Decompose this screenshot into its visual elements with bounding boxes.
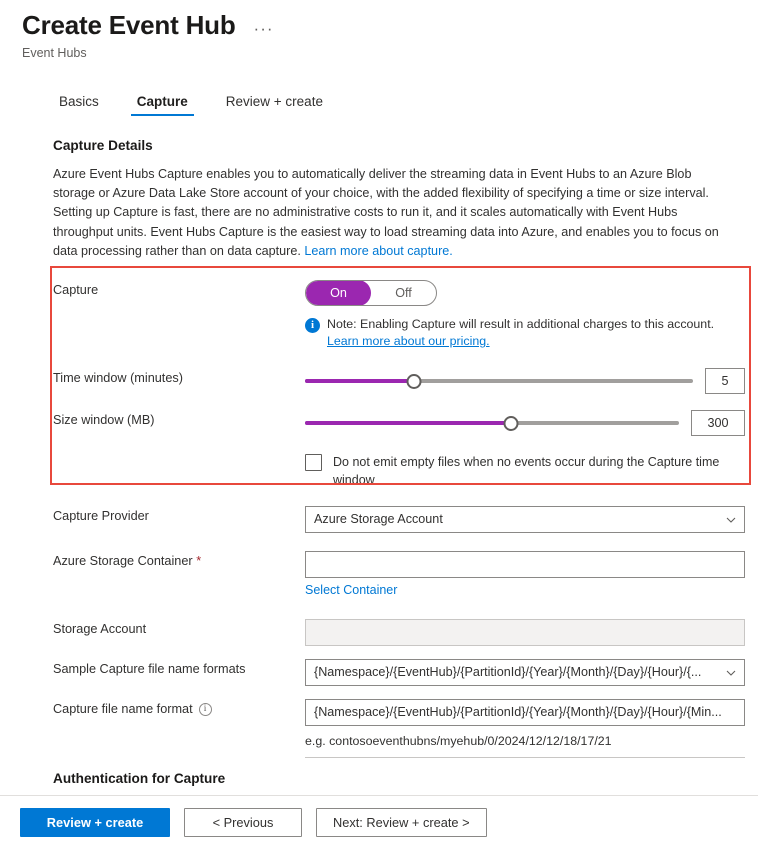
size-window-thumb[interactable] xyxy=(503,415,519,431)
capture-note: i Note: Enabling Capture will result in … xyxy=(305,316,758,350)
learn-more-about-capture-link[interactable]: Learn more about capture. xyxy=(304,244,452,258)
next-review-create-button[interactable]: Next: Review + create > xyxy=(316,807,487,837)
sample-formats-dropdown[interactable]: {Namespace}/{EventHub}/{PartitionId}/{Ye… xyxy=(305,659,745,687)
authentication-section-heading: Authentication for Capture xyxy=(53,771,226,786)
page-subtitle: Event Hubs xyxy=(22,46,87,60)
size-window-slider[interactable] xyxy=(305,413,679,433)
storage-container-input[interactable] xyxy=(305,551,745,579)
capture-toggle-off[interactable]: Off xyxy=(371,281,436,305)
capture-note-text: Note: Enabling Capture will result in ad… xyxy=(327,317,715,332)
time-window-thumb[interactable] xyxy=(406,373,422,389)
storage-container-control: Select Container xyxy=(305,551,758,597)
learn-more-pricing-link[interactable]: Learn more about our pricing. xyxy=(327,334,490,348)
file-name-format-row: Capture file name format i {Namespace}/{E… xyxy=(53,699,758,759)
tab-review-create[interactable]: Review + create xyxy=(220,93,329,116)
sample-formats-label: Sample Capture file name formats xyxy=(53,662,246,677)
more-options-icon[interactable]: ··· xyxy=(248,16,280,41)
empty-files-spacer xyxy=(53,453,305,456)
title-row: Create Event Hub ··· xyxy=(22,10,758,41)
wizard-footer: Review + create < Previous Next: Review … xyxy=(0,795,758,848)
capture-details-heading: Capture Details xyxy=(53,138,153,153)
time-window-slider-wrap: 5 xyxy=(305,368,745,395)
capture-form: Capture On Off i Note: Enabling Capture … xyxy=(53,280,758,759)
capture-provider-dropdown[interactable]: Azure Storage Account xyxy=(305,506,745,534)
file-name-format-label: Capture file name format i xyxy=(53,699,305,717)
empty-files-checkbox-row[interactable]: Do not emit empty files when no events o… xyxy=(305,453,725,489)
time-window-value[interactable]: 5 xyxy=(705,368,745,395)
file-name-format-input[interactable]: {Namespace}/{EventHub}/{PartitionId}/{Ye… xyxy=(305,699,745,727)
file-name-format-control: {Namespace}/{EventHub}/{PartitionId}/{Ye… xyxy=(305,699,758,759)
create-event-hub-page: Create Event Hub ··· Event Hubs Basics C… xyxy=(0,0,758,848)
sample-formats-control: {Namespace}/{EventHub}/{PartitionId}/{Ye… xyxy=(305,659,758,687)
empty-files-control: Do not emit empty files when no events o… xyxy=(305,453,758,489)
size-window-slider-wrap: 300 xyxy=(305,410,745,437)
review-create-button[interactable]: Review + create xyxy=(20,807,170,837)
tab-basics[interactable]: Basics xyxy=(53,93,105,116)
scroll-clip-mask xyxy=(0,760,758,768)
storage-container-row: Azure Storage Container * Select Contain… xyxy=(53,551,758,597)
capture-content: Capture Details Azure Event Hubs Capture… xyxy=(0,138,758,759)
size-window-row: Size window (MB) 300 xyxy=(53,410,758,437)
size-window-control: 300 xyxy=(305,410,758,437)
size-window-fill xyxy=(305,421,511,426)
required-marker: * xyxy=(196,554,202,569)
capture-toggle[interactable]: On Off xyxy=(305,280,437,307)
page-title: Create Event Hub xyxy=(22,9,236,40)
storage-account-control xyxy=(305,619,758,647)
storage-account-row: Storage Account xyxy=(53,619,758,647)
chevron-down-icon xyxy=(726,670,736,676)
capture-details-description: Azure Event Hubs Capture enables you to … xyxy=(53,165,725,261)
tab-capture[interactable]: Capture xyxy=(130,93,194,116)
capture-provider-label: Capture Provider xyxy=(53,509,149,524)
info-icon: i xyxy=(305,318,320,334)
chevron-down-icon xyxy=(726,517,736,523)
capture-provider-control: Azure Storage Account xyxy=(305,506,758,534)
storage-account-input xyxy=(305,619,745,647)
capture-toggle-control: On Off i Note: Enabling Capture will res… xyxy=(305,280,758,350)
capture-provider-row: Capture Provider Azure Storage Account xyxy=(53,506,758,534)
capture-provider-value: Azure Storage Account xyxy=(314,512,443,527)
empty-files-checkbox[interactable] xyxy=(305,454,322,472)
select-container-wrap: Select Container xyxy=(305,583,758,597)
time-window-control: 5 xyxy=(305,368,758,395)
size-window-value[interactable]: 300 xyxy=(691,410,745,437)
select-container-link[interactable]: Select Container xyxy=(305,583,397,597)
empty-files-label: Do not emit empty files when no events o… xyxy=(333,455,720,488)
time-window-label: Time window (minutes) xyxy=(53,371,183,386)
size-window-label: Size window (MB) xyxy=(53,413,155,428)
capture-toggle-row: Capture On Off i Note: Enabling Capture … xyxy=(53,280,758,350)
capture-toggle-on[interactable]: On xyxy=(306,281,371,306)
file-name-format-label-text: Capture file name format xyxy=(53,702,193,717)
time-window-fill xyxy=(305,379,414,384)
empty-files-row: Do not emit empty files when no events o… xyxy=(53,453,758,489)
storage-container-label: Azure Storage Container * xyxy=(53,551,305,568)
wizard-tabs: Basics Capture Review + create xyxy=(0,93,758,116)
storage-account-label: Storage Account xyxy=(53,622,147,637)
time-window-row: Time window (minutes) 5 xyxy=(53,368,758,395)
divider xyxy=(305,757,745,759)
previous-button[interactable]: < Previous xyxy=(184,807,302,837)
capture-note-text-wrap: Note: Enabling Capture will result in ad… xyxy=(327,316,714,350)
sample-formats-value: {Namespace}/{EventHub}/{PartitionId}/{Ye… xyxy=(314,665,702,680)
capture-toggle-label: Capture xyxy=(53,283,99,298)
page-header: Create Event Hub ··· Event Hubs xyxy=(0,0,758,60)
info-icon[interactable]: i xyxy=(198,703,212,717)
file-name-format-example: e.g. contosoeventhubns/myehub/0/2024/12/… xyxy=(305,734,612,749)
time-window-slider[interactable] xyxy=(305,371,693,391)
sample-formats-row: Sample Capture file name formats {Namesp… xyxy=(53,659,758,687)
storage-container-label-text: Azure Storage Container xyxy=(53,554,193,569)
